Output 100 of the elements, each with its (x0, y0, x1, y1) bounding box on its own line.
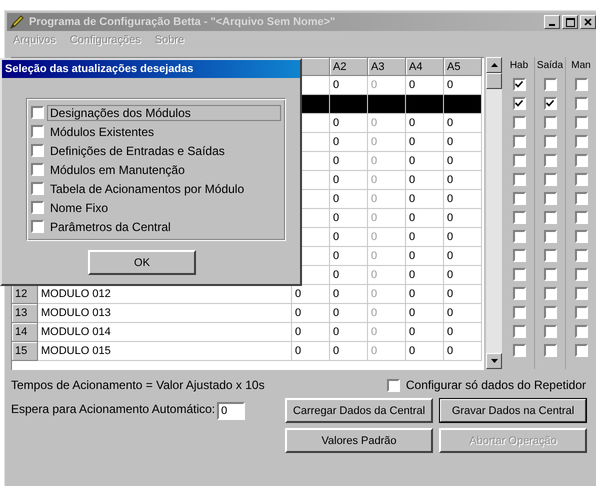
checkbox[interactable] (512, 78, 526, 91)
checkbox[interactable] (574, 268, 588, 281)
checkbox[interactable] (512, 268, 526, 281)
checkbox[interactable] (512, 97, 526, 110)
table-cell: 0 (368, 228, 406, 247)
table-cell: 0 (444, 114, 482, 133)
close-button[interactable] (580, 15, 596, 29)
checkbox[interactable] (31, 182, 44, 195)
scroll-up-button[interactable] (486, 57, 502, 73)
table-cell: 0 (406, 133, 444, 152)
table-cell: 0 (368, 247, 406, 266)
checkbox[interactable] (544, 135, 556, 148)
minimize-button[interactable] (544, 15, 560, 29)
checkbox[interactable] (544, 344, 556, 357)
checkbox[interactable] (574, 344, 588, 357)
column-header: Man (571, 59, 591, 73)
checkbox[interactable] (574, 116, 588, 129)
checkbox[interactable] (31, 144, 44, 157)
table-cell: 0 (368, 323, 406, 342)
checkbox[interactable] (544, 116, 556, 129)
checkbox[interactable] (544, 78, 556, 91)
checkbox-label[interactable]: Módulos Existentes (47, 124, 158, 140)
checkbox[interactable] (544, 97, 556, 110)
window-title: Programa de Configuração Betta - "<Arquivo Sem Nome>" (29, 16, 336, 28)
table-cell: 0 (444, 247, 482, 266)
checkbox[interactable] (512, 154, 526, 167)
checkbox[interactable] (31, 201, 44, 214)
action-button[interactable]: Valores Padrão (285, 428, 433, 453)
checkbox[interactable] (574, 230, 588, 243)
table-cell: 0 (330, 304, 368, 323)
table-cell: 0 (368, 304, 406, 323)
row-number[interactable]: 12 (12, 285, 38, 304)
checkbox[interactable] (544, 211, 556, 224)
checkbox[interactable] (31, 163, 44, 176)
checkbox[interactable] (512, 287, 526, 300)
checkbox[interactable] (544, 268, 556, 281)
checkbox[interactable] (574, 173, 588, 186)
checkbox[interactable] (386, 378, 400, 392)
checkbox[interactable] (512, 211, 526, 224)
column-header[interactable]: A2 (330, 58, 368, 76)
checkbox[interactable] (512, 116, 526, 129)
checkbox[interactable] (544, 249, 556, 262)
checkbox[interactable] (512, 173, 526, 186)
checkbox[interactable] (574, 249, 588, 262)
checkbox-label[interactable]: Designações dos Módulos (47, 104, 281, 120)
table-cell: 0 (368, 114, 406, 133)
scroll-thumb[interactable] (486, 73, 502, 89)
checkbox[interactable] (574, 287, 588, 300)
checkbox[interactable] (574, 135, 588, 148)
table-cell: 0 (330, 247, 368, 266)
checkbox[interactable] (31, 125, 44, 138)
input-field[interactable]: 0 (217, 402, 246, 420)
checkbox[interactable] (544, 173, 556, 186)
checkbox[interactable] (512, 192, 526, 205)
checkbox[interactable] (544, 306, 556, 319)
table-cell: 0 (330, 323, 368, 342)
checkbox[interactable] (544, 325, 556, 338)
table-cell: 0 (444, 171, 482, 190)
checkbox[interactable] (574, 211, 588, 224)
checkbox[interactable] (512, 306, 526, 319)
checkbox[interactable] (512, 249, 526, 262)
checkbox[interactable] (544, 230, 556, 243)
checkbox[interactable] (574, 154, 588, 167)
maximize-button[interactable] (562, 15, 578, 29)
action-button[interactable]: Gravar Dados na Central (439, 398, 587, 423)
checkbox-label[interactable]: Parâmetros da Central (47, 218, 174, 234)
table-cell: 0 (368, 209, 406, 228)
checkbox[interactable] (544, 154, 556, 167)
checkbox[interactable] (574, 192, 588, 205)
close-icon (584, 18, 592, 26)
checkbox[interactable] (512, 325, 526, 338)
checkbox[interactable] (574, 325, 588, 338)
row-number[interactable]: 15 (12, 342, 38, 361)
checkbox-label[interactable]: Definições de Entradas e Saídas (47, 142, 228, 158)
column-header[interactable]: A5 (444, 58, 482, 76)
checkbox[interactable] (574, 78, 588, 91)
checkbox[interactable] (544, 192, 556, 205)
column-header[interactable]: A4 (406, 58, 444, 76)
checkbox-label[interactable]: Configurar só dados do Repetidor (406, 378, 586, 392)
checkbox[interactable] (512, 230, 526, 243)
table-cell: MODULO 014 (38, 323, 292, 342)
checkbox[interactable] (512, 135, 526, 148)
row-number[interactable]: 14 (12, 323, 38, 342)
field-label: Espera para Acionamento Automático: (11, 402, 216, 416)
scroll-down-button[interactable] (486, 353, 502, 369)
checkbox[interactable] (31, 220, 44, 233)
checkbox-label[interactable]: Nome Fixo (47, 200, 112, 216)
selected-cell (330, 95, 368, 114)
checkbox-label[interactable]: Módulos em Manutenção (47, 162, 188, 178)
checkbox[interactable] (574, 97, 588, 110)
table-cell: 0 (368, 190, 406, 209)
checkbox[interactable] (31, 106, 44, 119)
vertical-scrollbar[interactable] (486, 57, 502, 369)
checkbox[interactable] (544, 287, 556, 300)
action-button[interactable]: Carregar Dados da Central (285, 398, 433, 423)
checkbox[interactable] (512, 344, 526, 357)
checkbox[interactable] (574, 306, 588, 319)
checkbox-label[interactable]: Tabela de Acionamentos por Módulo (47, 180, 248, 196)
ok-button[interactable]: OK (88, 250, 196, 275)
row-number[interactable]: 13 (12, 304, 38, 323)
